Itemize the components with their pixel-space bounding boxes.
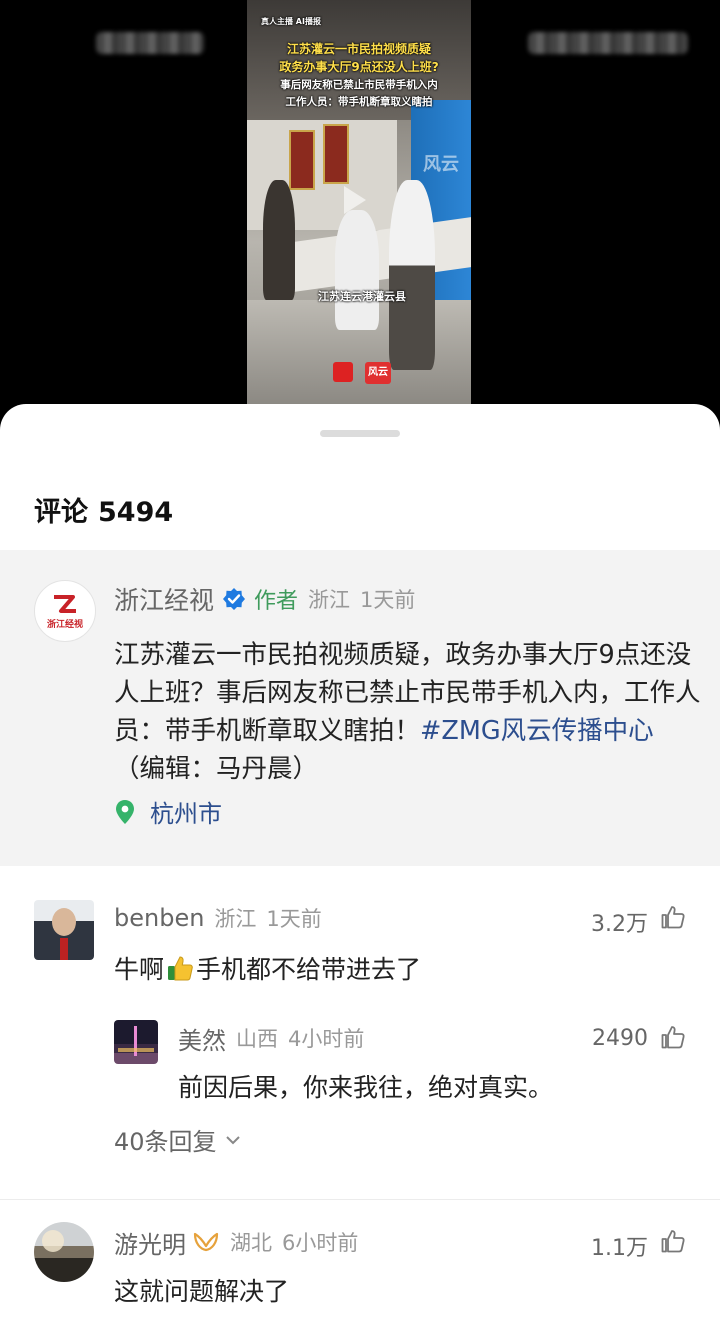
hashtag-link[interactable]: #ZMG风云传播中心 (420, 716, 654, 746)
zjtv-logo-icon (54, 595, 76, 613)
thumbs-up-icon[interactable] (660, 1228, 686, 1254)
avatar[interactable]: 浙江经视 (34, 580, 96, 642)
comments-sheet: 评论 5494 浙江经视 浙江经视 作者 浙江 1天前 江苏灌云一市民拍视频质疑，… (0, 404, 720, 1334)
comment-item[interactable]: 游光明 湖北 6小时前 1.1万 这就问题解决了 (0, 1222, 720, 1332)
commenter-name[interactable]: benben (114, 904, 204, 932)
play-icon[interactable] (344, 186, 366, 214)
commenter-name[interactable]: 游光明 (114, 1225, 186, 1260)
video-title-line: 江苏灌云一市民拍视频质疑 (286, 42, 431, 56)
video-scene-person (263, 180, 295, 300)
video-overlay-small: 真人主播 AI播报 (261, 17, 321, 26)
comment-time: 1天前 (266, 907, 322, 931)
post-editor: （编辑：马丹晨） (114, 754, 319, 784)
chevron-down-icon (225, 1135, 240, 1144)
like-count: 3.2万 (591, 912, 648, 937)
commenter-name[interactable]: 美然 (178, 1021, 226, 1056)
drag-handle[interactable] (320, 430, 400, 437)
video-scene-person (335, 210, 379, 330)
comments-label: 评论 (34, 497, 88, 528)
avatar[interactable] (114, 1020, 158, 1064)
blurred-overlay-left (96, 32, 204, 54)
avatar-sun (42, 1230, 64, 1252)
ip-location: 浙江 (214, 907, 257, 931)
verified-icon (223, 588, 246, 610)
comment-meta: 游光明 湖北 6小时前 (114, 1224, 358, 1260)
more-replies-label: 40条回复 (114, 1128, 217, 1156)
divider (0, 1199, 720, 1200)
like-count: 2490 (592, 1026, 648, 1051)
blurred-overlay-right (528, 32, 688, 54)
ip-location: 浙江 (308, 588, 351, 612)
member-badge-icon (193, 1232, 219, 1252)
channel-logo-icon (333, 362, 353, 382)
comment-text: 这就问题解决了 (114, 1277, 290, 1306)
video-scene-board (289, 130, 315, 190)
geo-location-text: 杭州市 (150, 800, 222, 828)
comment-item[interactable]: benben 浙江 1天前 3.2万 牛啊 手机都不给带进去了 (0, 900, 720, 1020)
author-meta: 浙江经视 作者 浙江 1天前 (114, 580, 415, 618)
thumbs-up-icon[interactable] (660, 904, 686, 930)
thumbs-up-emoji-icon (168, 956, 193, 981)
avatar-tie (60, 938, 68, 960)
video-watermark: 风云 (423, 154, 459, 175)
avatar[interactable] (34, 1222, 94, 1282)
video-title-line: 事后网友称已禁止市民带手机入内 (280, 79, 438, 91)
video-scene-board (323, 124, 349, 184)
avatar[interactable] (34, 900, 94, 960)
ip-location: 湖北 (230, 1231, 272, 1255)
author-badge: 作者 (254, 589, 299, 614)
comment-text-part: 牛啊 (114, 955, 165, 984)
comment-text-part: 手机都不给带进去了 (196, 955, 422, 984)
geo-location[interactable]: 杭州市 (114, 794, 222, 829)
ip-location: 山西 (236, 1027, 278, 1051)
comment-meta: benben 浙江 1天前 (114, 900, 322, 936)
comment-text: 牛啊 手机都不给带进去了 (114, 950, 421, 986)
reply-meta: 美然 山西 4小时前 (178, 1020, 364, 1056)
thumbs-up-icon[interactable] (660, 1024, 686, 1050)
location-pin-icon (116, 799, 134, 824)
avatar-face (52, 908, 76, 936)
avatar-lights (118, 1048, 154, 1052)
post-time: 1天前 (360, 588, 416, 612)
like-count: 1.1万 (591, 1236, 648, 1261)
author-post-text: 江苏灌云一市民拍视频质疑，政务办事大厅9点还没人上班？事后网友称已禁止市民带手机… (114, 636, 704, 788)
more-replies-button[interactable]: 40条回复 (114, 1122, 241, 1157)
reply-item[interactable]: 美然 山西 4小时前 2490 前因后果，你来我往，绝对真实。 (0, 1020, 720, 1120)
video-scene-person (389, 180, 435, 370)
fengyun-logo: 风云 (365, 362, 391, 384)
reply-text: 前因后果，你来我往，绝对真实。 (178, 1073, 554, 1102)
author-name[interactable]: 浙江经视 (114, 581, 214, 617)
comments-header: 评论 5494 (34, 490, 183, 529)
video-location-caption: 江苏连云港灌云县 (318, 290, 406, 303)
video-player[interactable]: 真人主播 AI播报 江苏灌云一市民拍视频质疑 政务办事大厅9点还没人上班? 事后… (0, 0, 720, 404)
comments-count: 5494 (98, 497, 174, 528)
video-frame[interactable]: 真人主播 AI播报 江苏灌云一市民拍视频质疑 政务办事大厅9点还没人上班? 事后… (247, 0, 471, 404)
video-title-line: 工作人员：带手机断章取义瞎拍 (285, 96, 433, 108)
avatar-label: 浙江经视 (46, 620, 83, 630)
author-post[interactable]: 浙江经视 浙江经视 作者 浙江 1天前 江苏灌云一市民拍视频质疑，政务办事大厅9… (0, 550, 720, 866)
comment-time: 4小时前 (288, 1027, 365, 1051)
comment-time: 6小时前 (282, 1231, 359, 1255)
video-title-line: 政务办事大厅9点还没人上班? (279, 60, 439, 74)
